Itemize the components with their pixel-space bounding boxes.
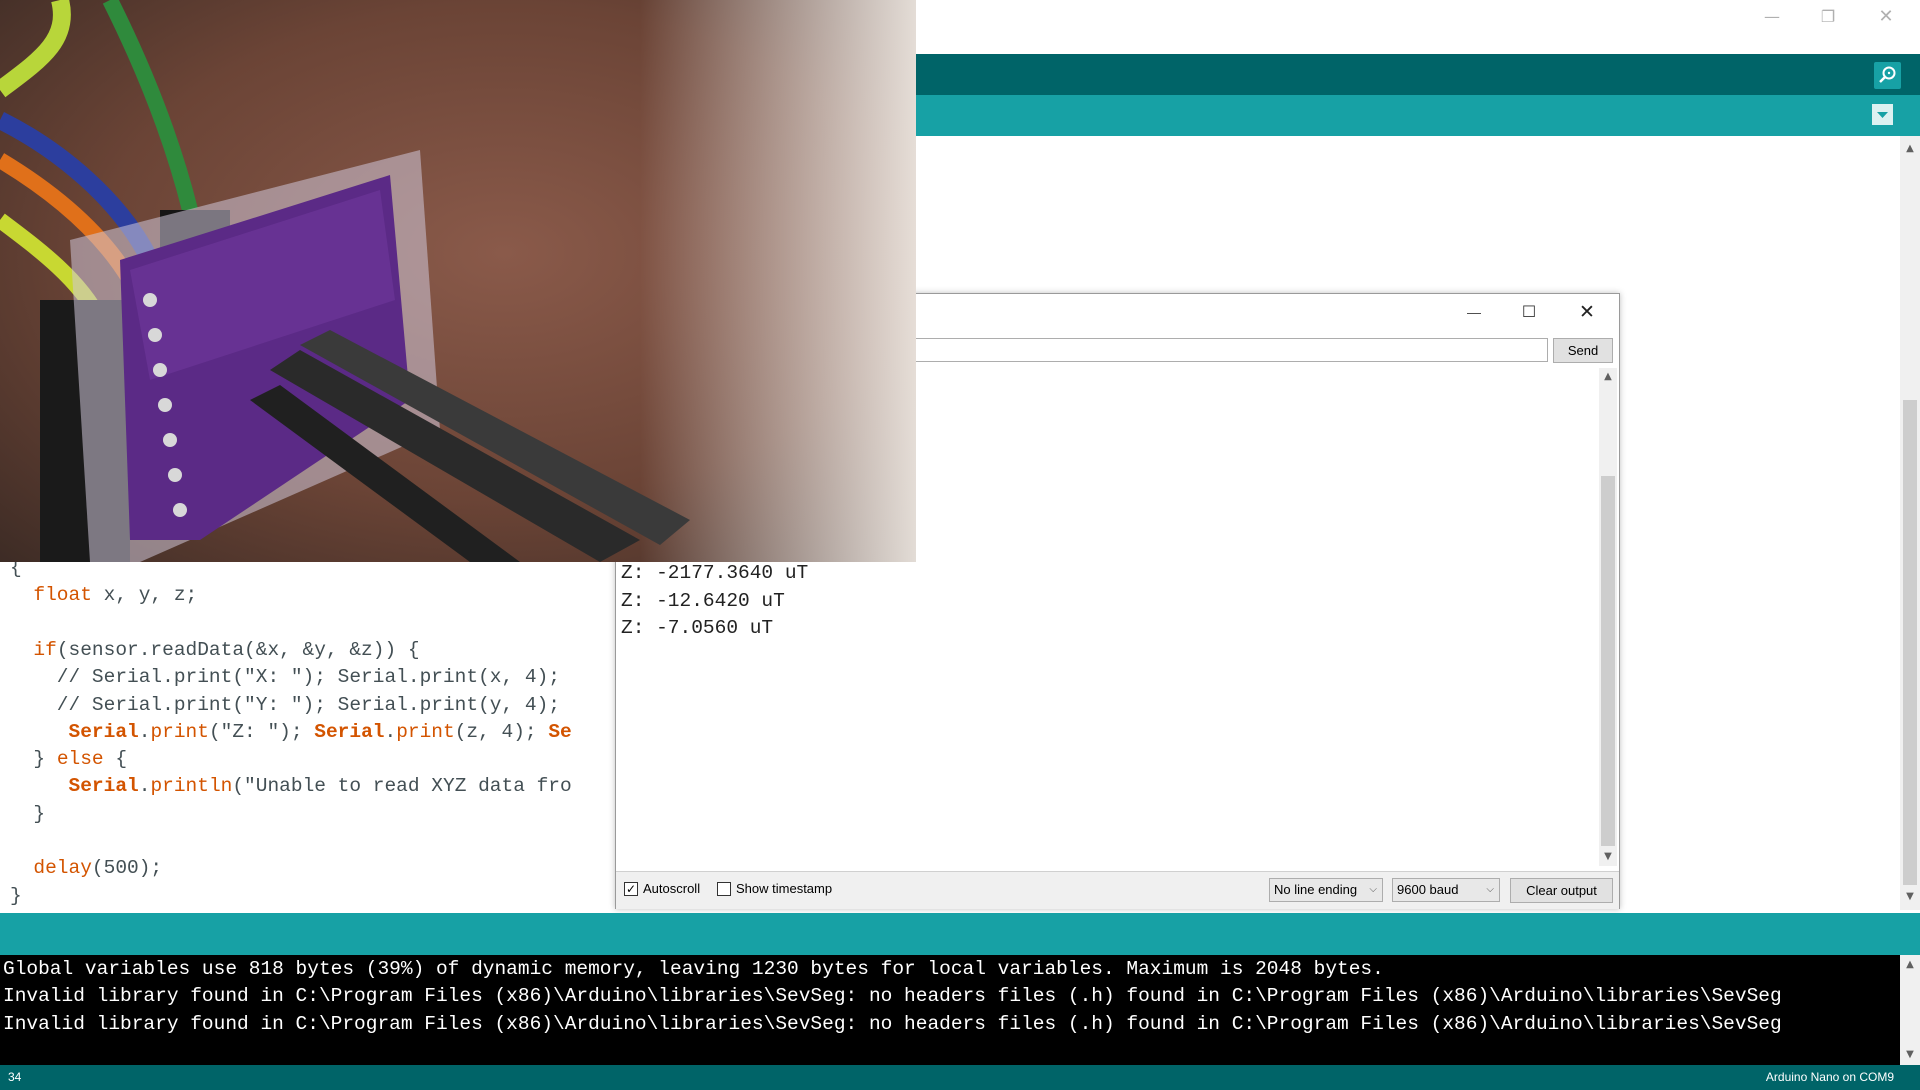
serial-scrollbar[interactable]: ▲ ▼ xyxy=(1599,368,1617,866)
code-token: } xyxy=(10,748,57,771)
scroll-down-icon[interactable]: ▼ xyxy=(1598,848,1618,866)
chevron-down-icon xyxy=(1877,112,1888,118)
code-token: Se xyxy=(548,720,572,743)
serial-output-line: Z: -7.0560 uT xyxy=(621,617,774,639)
code-line: if(sensor.readData(&x, &y, &z)) { xyxy=(10,637,420,664)
minimize-icon[interactable]: — xyxy=(1459,300,1489,324)
editor-scroll-thumb[interactable] xyxy=(1903,400,1917,885)
show-timestamp-label: Show timestamp xyxy=(736,881,833,896)
magnifier-icon xyxy=(1879,66,1896,83)
code-line: delay(500); xyxy=(10,855,162,882)
code-line: float x, y, z; xyxy=(10,582,197,609)
baud-rate-select[interactable]: 9600 baud ⌵ xyxy=(1392,878,1500,902)
code-token: println xyxy=(150,775,233,798)
code-token: Serial xyxy=(314,720,385,743)
scroll-up-icon[interactable]: ▲ xyxy=(1598,368,1618,386)
send-button[interactable]: Send xyxy=(1553,338,1613,363)
scroll-down-icon[interactable]: ▼ xyxy=(1900,888,1920,906)
code-token: ("Unable to read XYZ data fro xyxy=(232,775,572,798)
show-timestamp-checkbox[interactable] xyxy=(717,882,731,896)
code-line: Serial.print("Z: "); Serial.print(z, 4);… xyxy=(10,719,572,746)
serial-scroll-thumb[interactable] xyxy=(1601,476,1615,846)
serial-monitor-button[interactable] xyxy=(1874,62,1901,89)
code-token: delay xyxy=(33,857,92,880)
code-token: print xyxy=(396,720,455,743)
clear-output-button[interactable]: Clear output xyxy=(1510,878,1613,903)
code-token: { xyxy=(103,748,128,771)
minimize-icon[interactable]: — xyxy=(1752,4,1792,30)
code-token: if xyxy=(33,638,57,661)
chevron-down-icon: ⌵ xyxy=(1486,884,1494,895)
code-token: // Serial.print("Y: "); Serial.print(y, … xyxy=(10,693,560,716)
code-token: float xyxy=(33,584,92,607)
code-token: Serial xyxy=(68,720,139,743)
close-icon[interactable]: ✕ xyxy=(1866,4,1906,30)
maximize-icon[interactable]: ☐ xyxy=(1514,300,1544,324)
line-ending-select[interactable]: No line ending ⌵ xyxy=(1269,878,1383,902)
line-ending-value: No line ending xyxy=(1274,882,1358,897)
code-token: x, y, z; xyxy=(91,584,198,607)
check-icon: ✓ xyxy=(625,882,637,896)
code-token: Serial xyxy=(68,775,139,798)
code-token: else xyxy=(56,748,104,771)
console-scrollbar[interactable]: ▲ ▼ xyxy=(1900,955,1920,1065)
board-port-label: Arduino Nano on COM9 xyxy=(1765,1070,1894,1084)
code-token: (z, 4); xyxy=(454,720,549,743)
tab-menu-button[interactable] xyxy=(1872,104,1893,125)
code-token: . xyxy=(138,720,151,743)
code-token: } xyxy=(10,884,22,907)
console-line: Invalid library found in C:\Program File… xyxy=(3,1012,1782,1035)
console-line: Invalid library found in C:\Program File… xyxy=(3,985,1782,1008)
code-token: . xyxy=(384,720,397,743)
serial-output-line: Z: -2177.3640 uT xyxy=(621,562,809,585)
autoscroll-label: Autoscroll xyxy=(643,881,701,896)
code-line: } xyxy=(10,801,45,828)
code-line: // Serial.print("Y: "); Serial.print(y, … xyxy=(10,692,560,719)
code-token: print xyxy=(150,720,209,743)
sensor-photo xyxy=(0,0,916,562)
video-overlay xyxy=(0,0,916,562)
scroll-up-icon[interactable]: ▲ xyxy=(1900,140,1920,158)
message-bar xyxy=(0,913,1920,955)
code-line: } xyxy=(10,883,22,910)
code-token: (sensor.readData(&x, &y, &z)) { xyxy=(56,638,420,661)
serial-footer: ✓ Autoscroll Show timestamp No line endi… xyxy=(616,871,1619,909)
code-token: (500); xyxy=(91,857,163,880)
code-token: } xyxy=(10,802,46,825)
chevron-down-icon: ⌵ xyxy=(1369,884,1377,895)
autoscroll-checkbox[interactable]: ✓ xyxy=(624,882,638,896)
code-token: // Serial.print("X: "); Serial.print(x, … xyxy=(10,666,560,689)
code-line: } else { xyxy=(10,746,127,773)
code-token: ("Z: "); xyxy=(208,720,315,743)
scroll-down-icon[interactable]: ▼ xyxy=(1900,1046,1920,1064)
code-token: . xyxy=(138,775,151,798)
baud-rate-value: 9600 baud xyxy=(1397,882,1459,897)
status-bar: 34 Arduino Nano on COM9 xyxy=(0,1065,1920,1090)
line-number: 34 xyxy=(8,1070,22,1084)
scroll-up-icon[interactable]: ▲ xyxy=(1900,956,1920,974)
close-icon[interactable]: ✕ xyxy=(1572,299,1602,325)
code-line: // Serial.print("X: "); Serial.print(x, … xyxy=(10,664,560,691)
restore-icon[interactable]: ❐ xyxy=(1808,4,1848,30)
console-line: Global variables use 818 bytes (39%) of … xyxy=(3,958,1384,980)
serial-output-line: Z: -12.6420 uT xyxy=(621,589,785,612)
code-line: Serial.println("Unable to read XYZ data … xyxy=(10,773,572,800)
